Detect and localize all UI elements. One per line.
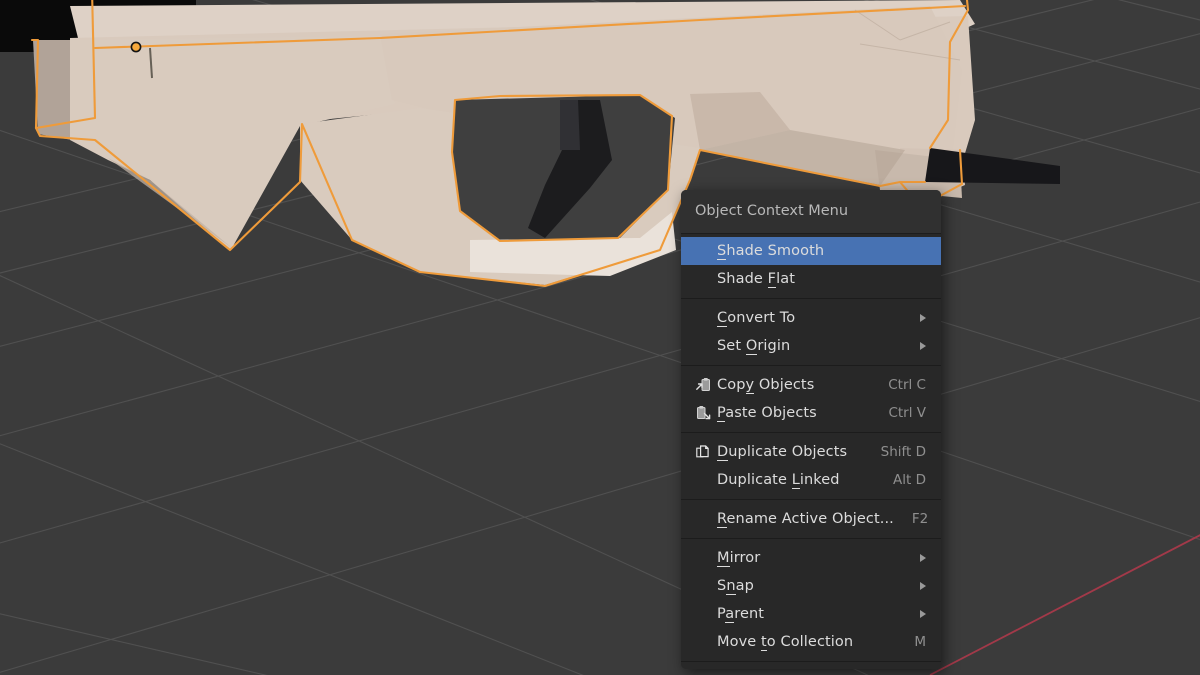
- chevron-right-icon: [920, 554, 926, 562]
- menu-item-label: Mirror: [717, 550, 761, 567]
- menu-item-set-origin[interactable]: Set Origin: [681, 332, 941, 360]
- context-menu-items: Shade Smooth Shade Flat Convert To Set O…: [681, 234, 941, 662]
- no-icon: [691, 605, 715, 623]
- duplicate-icon: [695, 444, 709, 457]
- menu-item-label: Parent: [717, 606, 765, 623]
- chevron-right-icon: [920, 342, 926, 350]
- no-icon: [691, 471, 715, 489]
- menu-item-duplicate-linked[interactable]: Duplicate Linked Alt D: [681, 466, 941, 494]
- menu-separator: [681, 298, 941, 299]
- menu-separator: [681, 661, 941, 662]
- copy-icon: [691, 376, 715, 394]
- menu-item-label: Copy Objects: [717, 377, 815, 394]
- chevron-right-icon: [920, 314, 926, 322]
- menu-item-label: Shade Flat: [717, 271, 795, 288]
- chevron-right-icon: [920, 610, 926, 618]
- menu-item-label: Paste Objects: [717, 405, 817, 422]
- paste-icon: [696, 405, 710, 419]
- menu-item-paste-objects[interactable]: Paste Objects Ctrl V: [681, 399, 941, 427]
- chevron-right-icon: [920, 582, 926, 590]
- menu-item-shortcut: F2: [911, 511, 929, 527]
- menu-item-label: Convert To: [717, 310, 796, 327]
- menu-item-shortcut: Alt D: [893, 472, 926, 488]
- menu-item-shade-smooth[interactable]: Shade Smooth: [681, 237, 941, 265]
- viewport-scene: [0, 0, 1200, 675]
- duplicate-icon: [691, 443, 715, 461]
- menu-item-duplicate-objects[interactable]: Duplicate Objects Shift D: [681, 438, 941, 466]
- no-icon: [691, 242, 715, 260]
- no-icon: [691, 309, 715, 327]
- menu-item-label: Set Origin: [717, 338, 791, 355]
- menu-item-rename-active-object[interactable]: Rename Active Object... F2: [681, 505, 941, 533]
- object-context-menu[interactable]: Object Context Menu Shade Smooth Shade F…: [681, 190, 941, 669]
- menu-separator: [681, 538, 941, 539]
- menu-item-label: Duplicate Objects: [717, 444, 848, 461]
- menu-item-shortcut: Ctrl V: [888, 405, 926, 421]
- menu-item-label: Move to Collection: [717, 634, 854, 651]
- menu-item-copy-objects[interactable]: Copy Objects Ctrl C: [681, 371, 941, 399]
- context-menu-title: Object Context Menu: [681, 190, 941, 234]
- menu-item-shortcut: Ctrl C: [888, 377, 926, 393]
- menu-item-label: Shade Smooth: [717, 243, 825, 260]
- menu-item-label: Rename Active Object...: [717, 511, 894, 528]
- menu-separator: [681, 499, 941, 500]
- no-icon: [691, 549, 715, 567]
- menu-separator: [681, 365, 941, 366]
- menu-separator: [681, 432, 941, 433]
- no-icon: [691, 510, 715, 528]
- menu-item-shortcut: M: [914, 634, 926, 650]
- menu-item-label: Duplicate Linked: [717, 472, 840, 489]
- no-icon: [691, 337, 715, 355]
- menu-item-snap[interactable]: Snap: [681, 572, 941, 600]
- menu-item-mirror[interactable]: Mirror: [681, 544, 941, 572]
- copy-icon: [695, 377, 710, 391]
- menu-item-shade-flat[interactable]: Shade Flat: [681, 265, 941, 293]
- no-icon: [691, 633, 715, 651]
- object-origin: [130, 41, 142, 53]
- menu-item-parent[interactable]: Parent: [681, 600, 941, 628]
- menu-item-convert-to[interactable]: Convert To: [681, 304, 941, 332]
- no-icon: [691, 270, 715, 288]
- paste-icon: [691, 404, 715, 422]
- menu-item-label: Snap: [717, 578, 754, 595]
- menu-item-shortcut: Shift D: [880, 444, 926, 460]
- no-icon: [691, 577, 715, 595]
- menu-item-move-to-collection[interactable]: Move to Collection M: [681, 628, 941, 656]
- 3d-viewport[interactable]: Object Context Menu Shade Smooth Shade F…: [0, 0, 1200, 675]
